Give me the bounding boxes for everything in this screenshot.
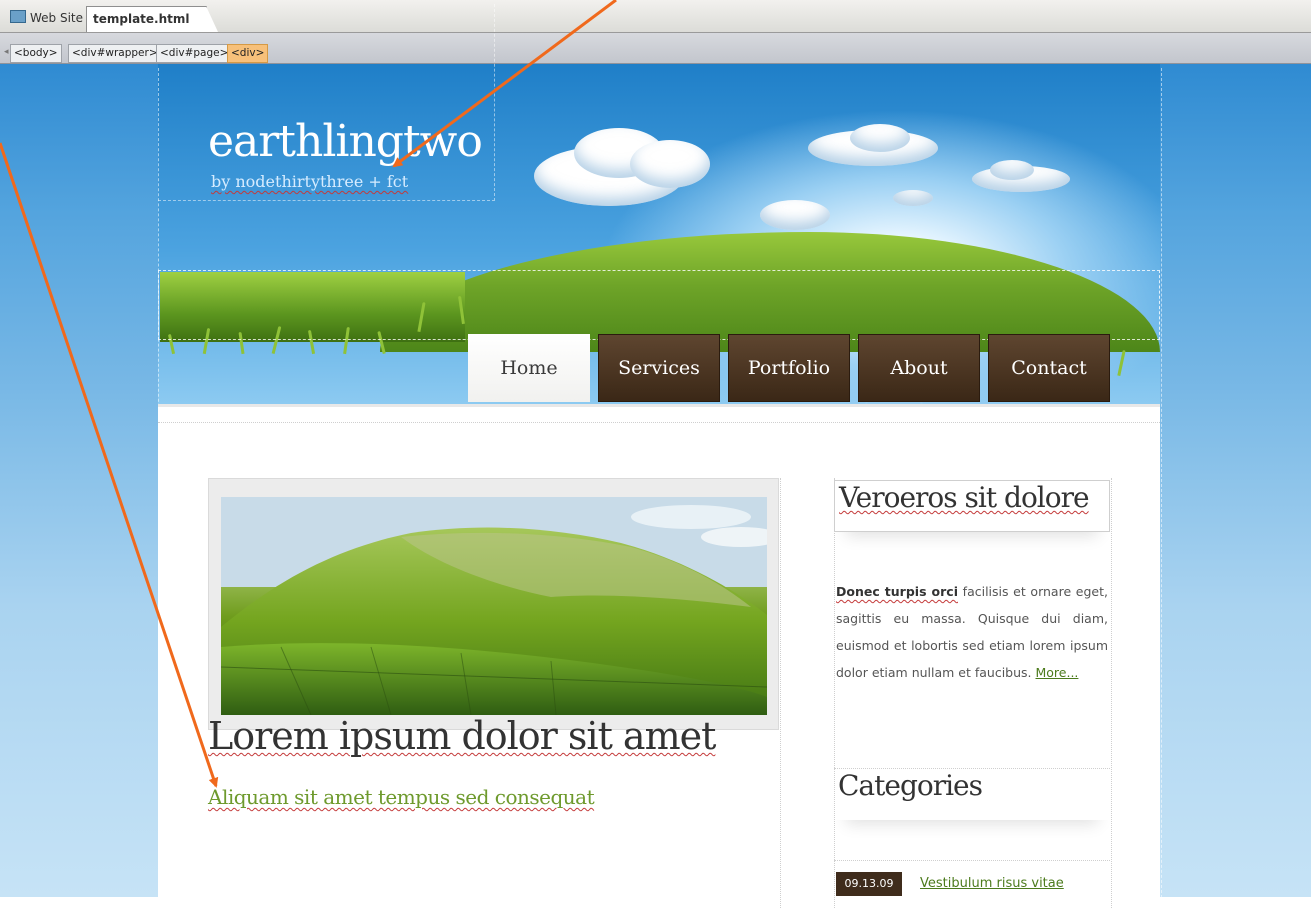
- tag-body[interactable]: <body>: [10, 44, 62, 63]
- nav-home[interactable]: Home: [468, 334, 590, 402]
- nav-portfolio[interactable]: Portfolio: [728, 334, 850, 402]
- sidebar-text[interactable]: Donec turpis orci facilisis et ornare eg…: [836, 578, 1108, 686]
- tag-scroll-left-icon[interactable]: ◂: [4, 47, 9, 57]
- sidebar-heading-2[interactable]: Categories: [834, 768, 1110, 820]
- date-badge: 09.13.09: [836, 872, 902, 896]
- green-hill-illustration: [221, 497, 767, 715]
- nav-services[interactable]: Services: [598, 334, 720, 402]
- sidebar-heading-1[interactable]: Veroeros sit dolore: [834, 480, 1110, 532]
- nav-about[interactable]: About: [858, 334, 980, 402]
- cloud: [893, 190, 933, 206]
- category-link[interactable]: Vestibulum risus vitae: [920, 876, 1064, 891]
- post-title[interactable]: Lorem ipsum dolor sit amet: [208, 714, 716, 758]
- sidebar-text-bold: Donec turpis orci: [836, 584, 958, 599]
- cloud: [760, 200, 830, 230]
- nav-contact[interactable]: Contact: [988, 334, 1110, 402]
- site-subtitle[interactable]: by nodethirtythree + fct: [211, 172, 408, 191]
- sidebar: [834, 478, 1112, 908]
- feature-image[interactable]: [221, 497, 767, 715]
- site-title[interactable]: earthlingtwo: [208, 116, 483, 167]
- site-folder-icon: [10, 10, 26, 23]
- more-link[interactable]: More...: [1036, 665, 1079, 680]
- tab-web-site[interactable]: Web Site: [4, 6, 89, 31]
- tab-web-site-label: Web Site: [30, 11, 84, 25]
- main-navigation: [158, 270, 1160, 340]
- page-divider: [158, 422, 1160, 431]
- sidebar-row-divider: [834, 860, 1110, 861]
- post-subtitle[interactable]: Aliquam sit amet tempus sed consequat: [208, 785, 595, 809]
- tag-div-wrapper[interactable]: <div#wrapper>: [68, 44, 162, 63]
